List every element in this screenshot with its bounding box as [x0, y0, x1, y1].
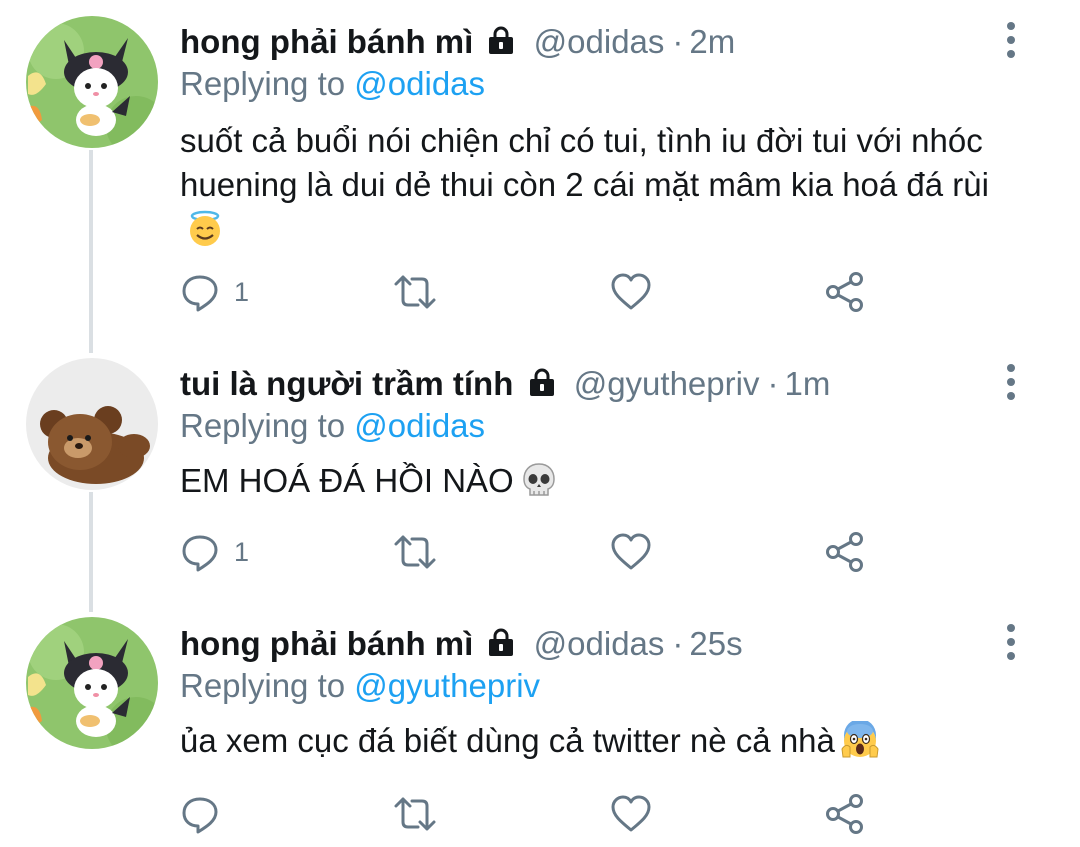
heart-icon — [611, 273, 651, 310]
share-icon — [826, 532, 863, 572]
more-options-icon[interactable] — [998, 362, 1024, 402]
retweet-button[interactable] — [392, 792, 438, 836]
tweet[interactable]: hong phải bánh mì @odidas · 25s Replying t… — [0, 610, 1080, 847]
avatar[interactable] — [26, 16, 158, 148]
retweet-button[interactable] — [392, 530, 438, 574]
tweet-text: suốt cả buổi nói chiện chỉ có tui, tình … — [180, 122, 989, 203]
replying-to-label: Replying to — [180, 407, 346, 444]
reply-button[interactable]: 1 — [180, 530, 249, 574]
timestamp[interactable]: 25s — [689, 625, 742, 662]
kuromi-avatar-icon — [26, 617, 158, 749]
lock-icon — [489, 628, 514, 656]
smiling-face-with-halo-icon — [190, 210, 220, 246]
more-options-icon[interactable] — [998, 20, 1024, 60]
tweet-text-container: suốt cả buổi nói chiện chỉ có tui, tình … — [180, 119, 1000, 251]
lock-icon — [529, 368, 554, 396]
replying-to-label: Replying to — [180, 65, 346, 102]
display-name[interactable]: tui là người trầm tính — [180, 365, 513, 402]
kuromi-avatar-icon — [26, 16, 158, 148]
like-button[interactable] — [610, 792, 652, 836]
tweet[interactable]: hong phải bánh mì @odidas · 2m Replying to… — [0, 0, 1080, 350]
timestamp[interactable]: 1m — [784, 365, 830, 402]
tweet-header: hong phải bánh mì @odidas · 25s — [180, 622, 743, 666]
reply-count: 1 — [234, 537, 250, 567]
user-handle[interactable]: @odidas — [534, 23, 665, 60]
share-icon — [826, 272, 863, 312]
share-icon — [826, 794, 863, 834]
tweet[interactable]: tui là người trầm tính @gyuthepriv · 1m Re… — [0, 350, 1080, 610]
tweet-text: EM HOÁ ĐÁ HỒI NÀO — [180, 462, 514, 499]
teddy-bear-avatar-icon — [26, 358, 158, 490]
tweet-text-container: EM HOÁ ĐÁ HỒI NÀO — [180, 459, 1000, 503]
retweet-button[interactable] — [392, 270, 438, 314]
like-button[interactable] — [610, 530, 652, 574]
reply-count: 1 — [234, 277, 250, 307]
reply-icon — [182, 797, 218, 834]
display-name[interactable]: hong phải bánh mì — [180, 625, 473, 662]
tweet-actions: 1 — [180, 270, 900, 314]
separator: · — [767, 365, 779, 402]
tweet-actions — [180, 792, 900, 836]
heart-icon — [611, 533, 651, 570]
separator: · — [672, 625, 684, 662]
replying-to-handle[interactable]: @gyuthepriv — [354, 667, 540, 704]
separator: · — [672, 23, 684, 60]
tweet-header: tui là người trầm tính @gyuthepriv · 1m — [180, 362, 830, 406]
share-button[interactable] — [824, 792, 866, 836]
lock-icon — [489, 26, 514, 54]
face-screaming-in-fear-icon — [841, 721, 879, 758]
reply-button[interactable]: 1 — [180, 270, 249, 314]
tweet-actions: 1 — [180, 530, 900, 574]
avatar[interactable] — [26, 617, 158, 749]
share-button[interactable] — [824, 270, 866, 314]
like-button[interactable] — [610, 270, 652, 314]
replying-to-label: Replying to — [180, 667, 346, 704]
user-handle[interactable]: @gyuthepriv — [574, 365, 760, 402]
replying-to: Replying to @odidas — [180, 62, 485, 106]
user-handle[interactable]: @odidas — [534, 625, 665, 662]
more-options-icon[interactable] — [998, 622, 1024, 662]
tweet-text: ủa xem cục đá biết dùng cả twitter nè cả… — [180, 722, 835, 759]
reply-icon — [182, 275, 218, 312]
share-button[interactable] — [824, 530, 866, 574]
timestamp[interactable]: 2m — [689, 23, 735, 60]
retweet-icon — [394, 275, 436, 309]
replying-to: Replying to @odidas — [180, 404, 485, 448]
reply-button[interactable] — [180, 792, 234, 836]
heart-icon — [611, 795, 651, 832]
retweet-icon — [394, 535, 436, 569]
tweet-header: hong phải bánh mì @odidas · 2m — [180, 20, 735, 64]
skull-icon — [522, 463, 555, 496]
avatar[interactable] — [26, 358, 158, 490]
tweet-text-container: ủa xem cục đá biết dùng cả twitter nè cả… — [180, 719, 1000, 763]
replying-to-handle[interactable]: @odidas — [354, 407, 485, 444]
display-name[interactable]: hong phải bánh mì — [180, 23, 473, 60]
retweet-icon — [394, 797, 436, 831]
replying-to: Replying to @gyuthepriv — [180, 664, 540, 708]
reply-icon — [182, 535, 218, 572]
replying-to-handle[interactable]: @odidas — [354, 65, 485, 102]
